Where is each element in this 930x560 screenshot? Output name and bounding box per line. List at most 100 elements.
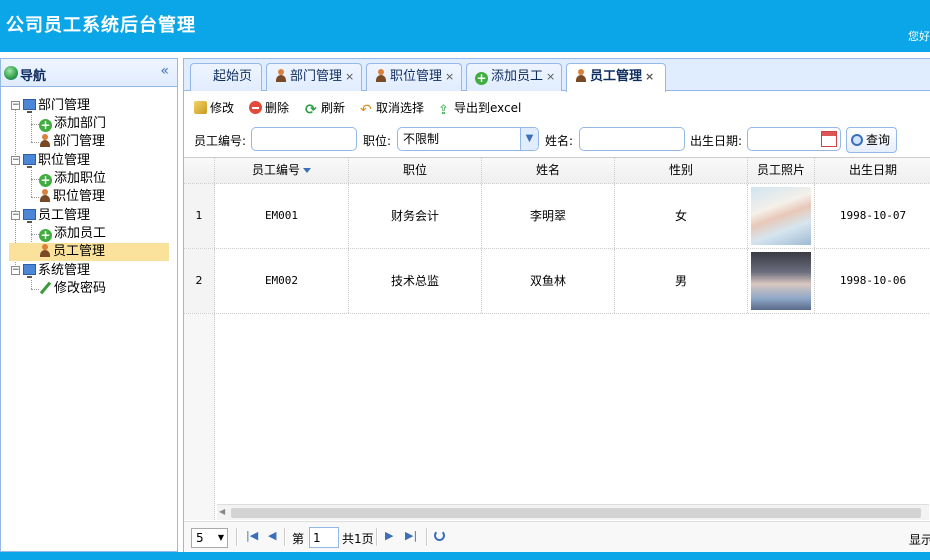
- app-title: 公司员工系统后台管理: [6, 15, 196, 36]
- tree-guide: [31, 124, 39, 125]
- table-row[interactable]: 2 EM002 技术总监 双鱼林 男 1998-10-06: [184, 249, 930, 314]
- tree-guide: [31, 179, 39, 180]
- computer-icon: [23, 99, 36, 113]
- prev-page-icon[interactable]: ◀: [268, 529, 276, 542]
- rownum-header: [184, 158, 215, 183]
- tab-add-employee[interactable]: + 添加员工 ×: [466, 63, 562, 91]
- calendar-icon[interactable]: [821, 131, 837, 147]
- page-number-input[interactable]: [309, 527, 339, 548]
- column-header-gender[interactable]: 性别: [615, 158, 748, 183]
- tab-department-manage[interactable]: 部门管理 ×: [266, 63, 362, 91]
- close-icon[interactable]: ×: [345, 70, 354, 83]
- collapse-toggle-icon[interactable]: −: [11, 211, 20, 220]
- pagination-bar: 5▼ |◀ ◀ 第 共1页 ▶ ▶| 显示: [184, 521, 930, 552]
- page-size-select[interactable]: 5 ▼: [191, 528, 228, 548]
- footer-bar: [0, 552, 930, 560]
- search-form: 员工编号: 职位: 不限制 ▼ 姓名: 出生日期: 查询: [184, 123, 930, 155]
- computer-icon: [23, 264, 36, 278]
- tree-guide: [31, 280, 32, 289]
- close-icon[interactable]: ×: [445, 70, 454, 83]
- tree-guide: [31, 170, 32, 197]
- refresh-icon[interactable]: [434, 530, 445, 541]
- tree-guide: [31, 289, 39, 290]
- nav-item-change-password[interactable]: 修改密码: [39, 280, 106, 298]
- nav-item-employee-manage[interactable]: 员工管理: [9, 243, 169, 261]
- edit-button[interactable]: 修改: [194, 100, 234, 116]
- user-icon: [375, 69, 387, 82]
- user-icon: [39, 244, 51, 257]
- cell-birth-date: 1998-10-06: [839, 274, 907, 287]
- add-icon: +: [39, 173, 52, 187]
- close-icon[interactable]: ×: [546, 70, 555, 83]
- cell-gender: 女: [615, 184, 748, 248]
- employee-photo: [751, 252, 811, 310]
- query-button[interactable]: 查询: [846, 127, 898, 153]
- column-header-position[interactable]: 职位: [349, 158, 482, 183]
- name-input[interactable]: [579, 127, 685, 151]
- cell-emp-no: EM002: [215, 249, 349, 313]
- next-page-icon[interactable]: ▶: [385, 529, 393, 542]
- position-select[interactable]: 不限制 ▼: [397, 127, 539, 151]
- export-excel-button[interactable]: ⇪ 导出到excel: [438, 100, 521, 118]
- delete-icon: [249, 101, 262, 114]
- table-row[interactable]: 1 EM001 财务会计 李明翠 女 1998-10-07: [184, 184, 930, 249]
- tab-home[interactable]: 起始页: [190, 63, 262, 91]
- page-prefix: 第: [292, 532, 305, 546]
- add-icon: +: [39, 118, 52, 132]
- employee-photo: [751, 187, 811, 245]
- grid-header: 员工编号 职位 姓名 性别 员工照片 出生日期: [184, 158, 930, 184]
- name-label: 姓名:: [545, 134, 574, 148]
- export-icon: ⇪: [438, 103, 449, 118]
- collapse-toggle-icon[interactable]: −: [11, 101, 20, 110]
- cell-photo: [748, 249, 815, 313]
- column-header-birth-date[interactable]: 出生日期: [815, 158, 930, 183]
- pencil-icon: [39, 281, 52, 294]
- pager-separator: [236, 528, 238, 546]
- scrollbar-thumb[interactable]: [231, 508, 921, 518]
- sort-desc-icon: [303, 168, 311, 173]
- refresh-button[interactable]: ⟳ 刷新: [305, 100, 345, 118]
- nav-group-position[interactable]: 职位管理: [23, 152, 90, 170]
- nav-item-position-manage[interactable]: 职位管理: [39, 188, 105, 206]
- collapse-toggle-icon[interactable]: −: [11, 266, 20, 275]
- app-header: 公司员工系统后台管理 您好: [0, 0, 930, 52]
- emp-no-input[interactable]: [251, 127, 357, 151]
- nav-group-department[interactable]: 部门管理: [23, 97, 90, 115]
- collapse-icon[interactable]: «: [160, 63, 169, 79]
- page-total: 共1页: [342, 532, 374, 546]
- grid-toolbar: 修改 删除 ⟳ 刷新 ↶ 取消选择 ⇪ 导出到excel: [184, 92, 930, 122]
- cell-photo: [748, 184, 815, 248]
- scroll-left-icon[interactable]: ◀: [219, 507, 225, 516]
- emp-no-label: 员工编号:: [194, 134, 247, 148]
- column-header-name[interactable]: 姓名: [482, 158, 615, 183]
- nav-item-add-department[interactable]: + 添加部门: [39, 115, 106, 133]
- close-icon[interactable]: ×: [645, 70, 654, 83]
- tab-position-manage[interactable]: 职位管理 ×: [366, 63, 462, 91]
- nav-title: 导航: [20, 69, 47, 84]
- nav-group-employee[interactable]: 员工管理: [23, 207, 90, 225]
- cancel-select-button[interactable]: ↶ 取消选择: [360, 100, 424, 118]
- reload-icon: ⟳: [305, 102, 317, 118]
- tab-employee-manage[interactable]: 员工管理 ×: [566, 63, 666, 92]
- birth-date-input[interactable]: [747, 127, 841, 151]
- column-header-photo[interactable]: 员工照片: [748, 158, 815, 183]
- nav-item-department-manage[interactable]: 部门管理: [39, 133, 105, 151]
- first-page-icon[interactable]: |◀: [246, 529, 258, 542]
- last-page-icon[interactable]: ▶|: [405, 529, 417, 542]
- tree-guide: [31, 115, 32, 142]
- undo-icon: ↶: [360, 102, 372, 118]
- cell-name: 李明翠: [482, 184, 615, 248]
- collapse-toggle-icon[interactable]: −: [11, 156, 20, 165]
- nav-panel: 导航 « − 部门管理 + 添加部门 部门管理 − 职位管理 + 添加职位 职位…: [0, 58, 178, 552]
- nav-item-add-employee[interactable]: + 添加员工: [39, 225, 106, 243]
- user-icon: [575, 69, 587, 82]
- horizontal-scrollbar[interactable]: ◀: [217, 504, 929, 520]
- computer-icon: [23, 209, 36, 223]
- row-number: 1: [184, 184, 215, 248]
- nav-item-add-position[interactable]: + 添加职位: [39, 170, 106, 188]
- delete-button[interactable]: 删除: [249, 100, 289, 116]
- column-header-emp-no[interactable]: 员工编号: [215, 158, 349, 183]
- nav-group-system[interactable]: 系统管理: [23, 262, 90, 280]
- pager-separator: [376, 528, 378, 546]
- tree-guide: [31, 142, 39, 143]
